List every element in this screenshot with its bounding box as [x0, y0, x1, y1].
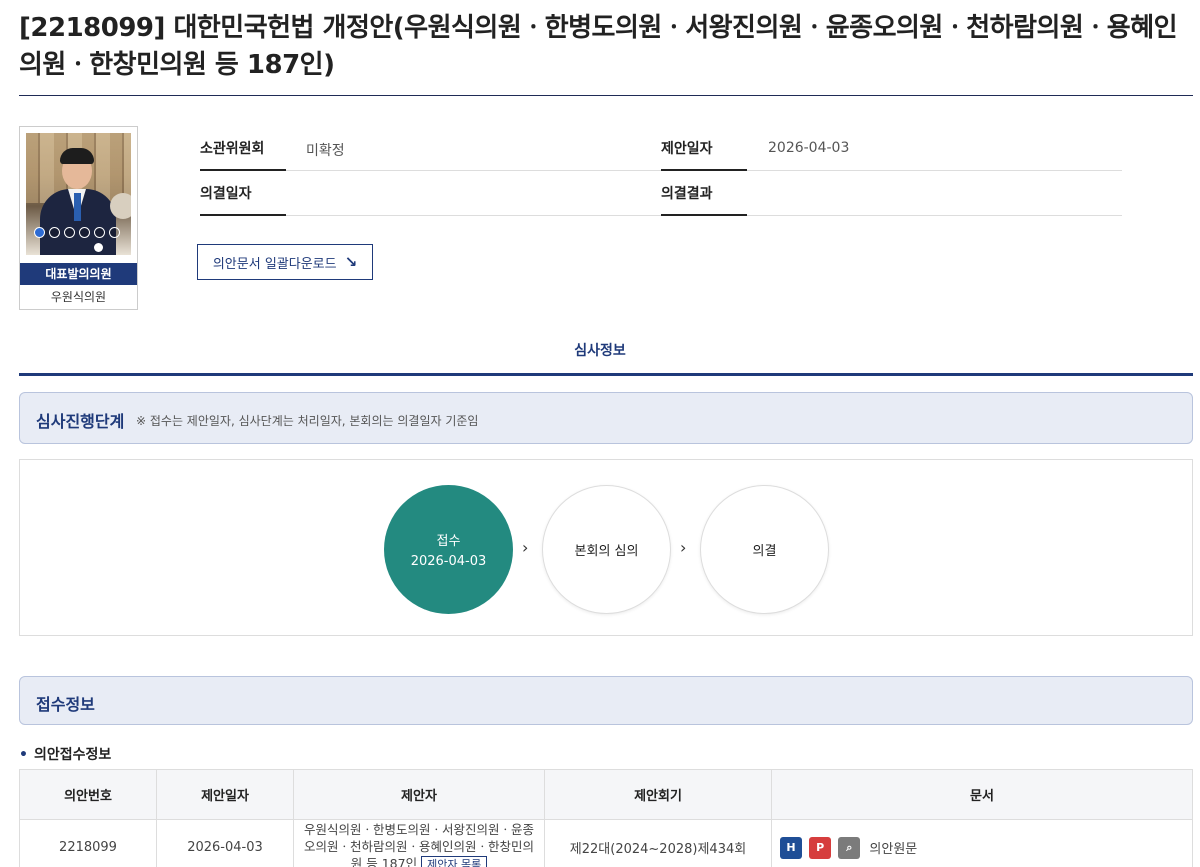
cell-documents: H P ⌕ 의안원문	[771, 819, 1193, 867]
bullet-icon: •	[19, 747, 28, 763]
chevron-right-icon: ›	[680, 538, 687, 557]
arrow-down-right-icon: ↘	[344, 253, 358, 271]
col-bill-no: 의안번호	[19, 769, 157, 820]
progress-note: ※ 접수는 제안일자, 심사단계는 처리일자, 본회의는 의결일자 기준임	[136, 414, 479, 428]
col-documents: 문서	[771, 769, 1193, 820]
representative-name[interactable]: 우원식의원	[20, 285, 137, 309]
carousel-dot-7[interactable]	[94, 243, 103, 252]
progress-section-header: 심사진행단계 ※ 접수는 제안일자, 심사단계는 처리일자, 본회의는 의결일자…	[19, 392, 1193, 444]
stage-date: 2026-04-03	[410, 554, 487, 569]
proposal-date-label: 제안일자	[661, 141, 713, 157]
carousel-dot-3[interactable]	[64, 227, 75, 238]
col-proposers: 제안자	[293, 769, 545, 820]
representative-card: 대표발의의원 우원식의원	[19, 126, 138, 310]
stage-resolution: 의결	[700, 485, 829, 614]
proposal-date-value: 2026-04-03	[768, 140, 850, 156]
tab-review-info[interactable]: 심사정보	[0, 340, 1200, 360]
info-row-1: 소관위원회 미확정 제안일자 2026-04-03	[200, 126, 1122, 171]
stage-plenary-review: 본회의 심의	[542, 485, 671, 614]
stage-label: 의결	[752, 544, 777, 559]
cell-proposers: 우원식의원ㆍ한병도의원ㆍ서왕진의원ㆍ윤종오의원ㆍ천하람의원ㆍ용혜인의원ㆍ한창민의…	[293, 819, 545, 867]
bulk-download-label: 의안문서 일괄다운로드	[212, 256, 337, 272]
reception-section-header: 접수정보	[19, 676, 1193, 725]
committee-label: 소관위원회	[200, 141, 265, 157]
pdf-icon[interactable]: P	[809, 836, 832, 859]
tab-underline	[19, 373, 1193, 376]
col-proposal-date: 제안일자	[156, 769, 294, 820]
cell-session: 제22대(2024~2028)제434회	[544, 819, 772, 867]
progress-title: 심사진행단계	[36, 412, 125, 431]
committee-value: 미확정	[306, 143, 345, 159]
title-divider	[19, 95, 1193, 96]
stage-label: 접수	[436, 534, 461, 549]
representative-badge: 대표발의의원	[20, 263, 137, 285]
resolution-result-label: 의결결과	[661, 186, 713, 202]
cell-bill-no: 2218099	[19, 819, 157, 867]
carousel-dot-1[interactable]	[34, 227, 45, 238]
view-icon[interactable]: ⌕	[838, 836, 861, 859]
col-session: 제안회기	[544, 769, 772, 820]
carousel-dot-5[interactable]	[94, 227, 105, 238]
table-row: 2218099 2026-04-03 우원식의원ㆍ한병도의원ㆍ서왕진의원ㆍ윤종오…	[19, 819, 1193, 867]
cell-proposal-date: 2026-04-03	[156, 819, 294, 867]
reception-table: 의안번호 제안일자 제안자 제안회기 문서 2218099 2026-04-03…	[19, 769, 1193, 867]
bill-title: [2218099] 대한민국헌법 개정안(우원식의원ㆍ한병도의원ㆍ서왕진의원ㆍ윤…	[19, 13, 1178, 80]
reception-subheading: • 의안접수정보	[19, 747, 112, 763]
info-row-2: 의결일자 의결결과	[200, 171, 1122, 216]
proposer-list-button[interactable]: 제안자 목록	[421, 856, 488, 867]
resolution-date-label: 의결일자	[200, 186, 252, 202]
bulk-download-button[interactable]: 의안문서 일괄다운로드 ↘	[197, 244, 373, 280]
reception-title: 접수정보	[36, 695, 95, 714]
photo-carousel-dots	[34, 227, 120, 252]
carousel-dot-4[interactable]	[79, 227, 90, 238]
table-header-row: 의안번호 제안일자 제안자 제안회기 문서	[19, 769, 1193, 820]
bill-info-grid: 소관위원회 미확정 제안일자 2026-04-03 의결일자 의결결과	[200, 126, 1122, 216]
doc-label: 의안원문	[869, 842, 918, 857]
carousel-dot-6[interactable]	[109, 227, 120, 238]
stage-reception: 접수 2026-04-03	[384, 485, 513, 614]
hwp-icon[interactable]: H	[780, 836, 802, 859]
progress-stages: 접수 2026-04-03 › 본회의 심의 › 의결	[19, 459, 1193, 636]
chevron-right-icon: ›	[522, 538, 529, 557]
stage-label: 본회의 심의	[574, 544, 639, 559]
carousel-dot-2[interactable]	[49, 227, 60, 238]
